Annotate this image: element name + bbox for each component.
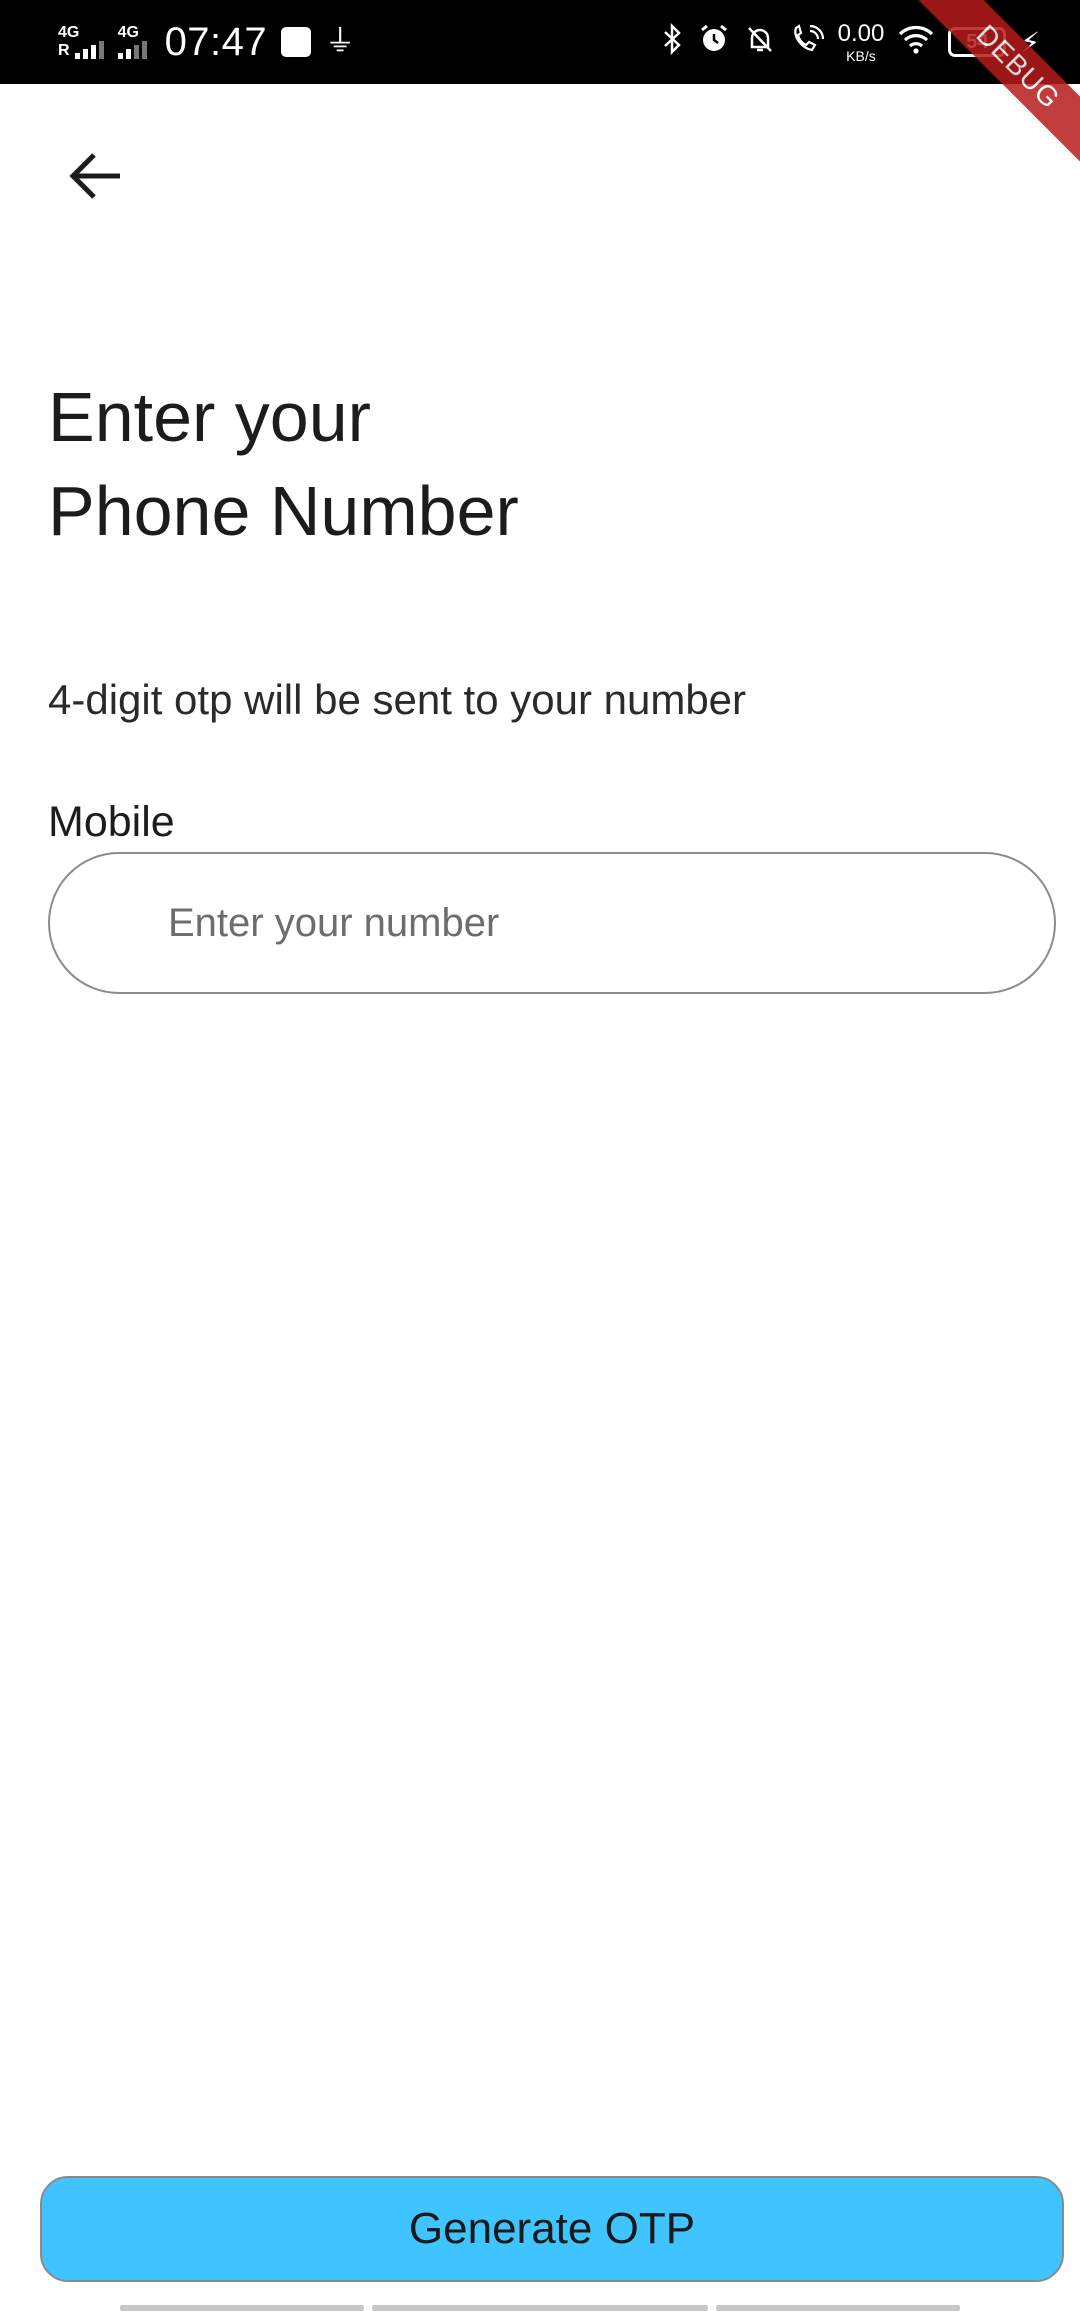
mobile-number-input[interactable]	[50, 854, 1054, 992]
clock: 07:47	[164, 19, 268, 64]
alarm-icon	[698, 23, 730, 61]
wifi-icon	[898, 24, 934, 60]
signal-4g-2: 4G	[117, 24, 147, 59]
roaming-label: R	[58, 42, 70, 59]
page-title: Enter your Phone Number	[48, 370, 948, 558]
network-type-label: 4G	[117, 24, 139, 41]
bluetooth-icon	[662, 22, 684, 61]
page-title-line-2: Phone Number	[48, 472, 519, 550]
signal-bars-icon: R	[58, 41, 104, 59]
back-button[interactable]	[60, 140, 132, 212]
generate-otp-button[interactable]: Generate OTP	[40, 2176, 1064, 2282]
usb-debug-icon	[281, 27, 312, 57]
mobile-field-label: Mobile	[48, 798, 175, 846]
usb-icon: ⏚	[325, 25, 356, 58]
status-bar: 4G R 4G 07:47 ⏚ 0.00 KB/s ⚡	[0, 0, 1080, 84]
otp-info-text: 4-digit otp will be sent to your number	[48, 676, 747, 723]
bell-off-icon	[744, 23, 776, 61]
network-type-label: 4G	[58, 24, 80, 41]
network-speed: 0.00 KB/s	[837, 19, 885, 64]
signal-4g-1: 4G R	[58, 25, 104, 59]
generate-otp-button-label: Generate OTP	[408, 2204, 696, 2253]
network-speed-value: 0.00	[837, 19, 885, 47]
mobile-input-container	[48, 852, 1056, 994]
arrow-left-icon	[69, 153, 120, 199]
network-speed-unit: KB/s	[846, 47, 876, 64]
page-title-line-1: Enter your	[48, 378, 371, 456]
signal-bars-icon	[117, 41, 147, 59]
wifi-calling-icon	[790, 23, 824, 61]
gesture-navigation-bar	[0, 2305, 1080, 2311]
status-bar-left: 4G R 4G 07:47 ⏚	[58, 20, 355, 65]
